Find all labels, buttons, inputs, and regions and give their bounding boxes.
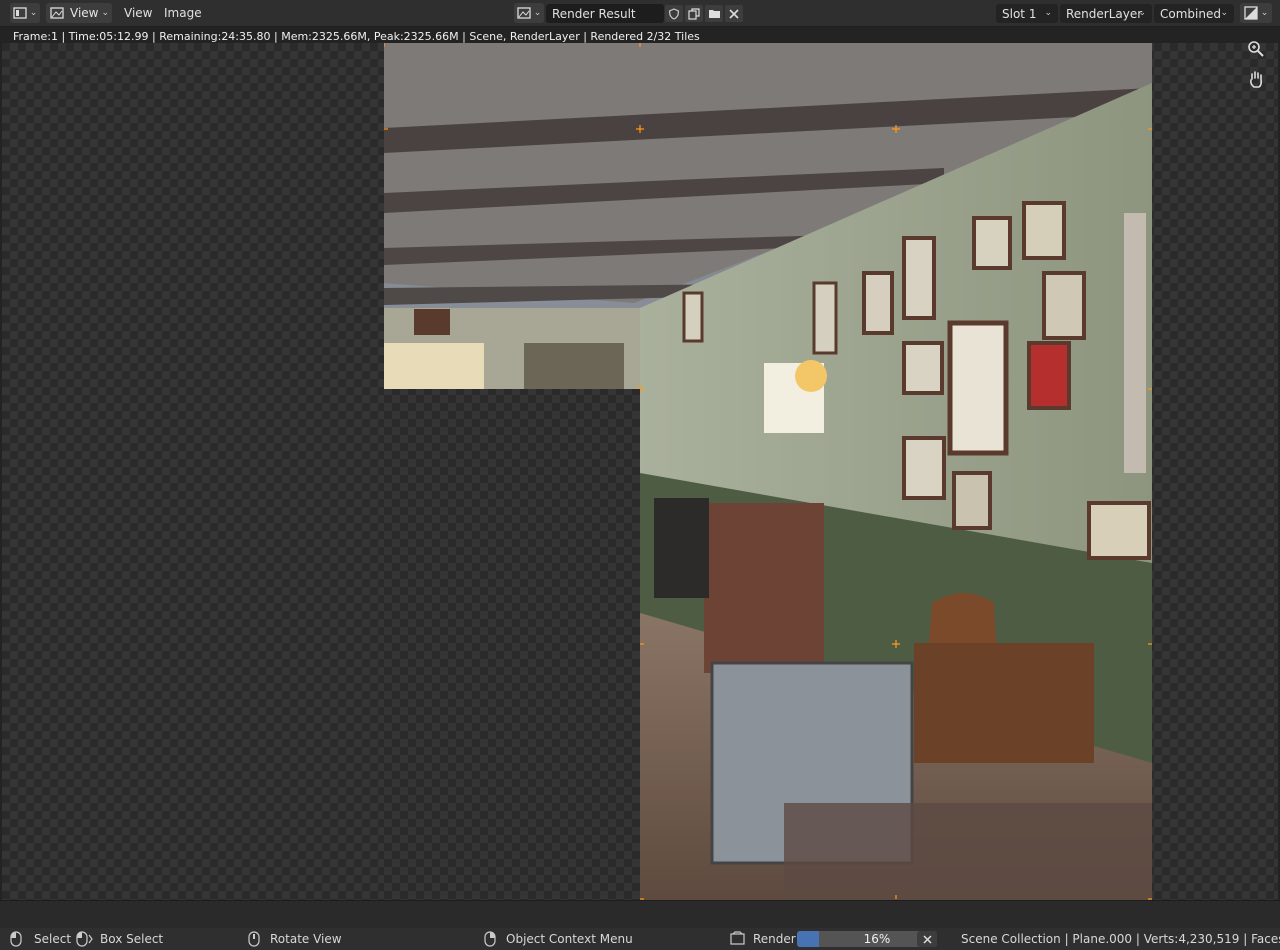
cancel-render-button[interactable] [917,931,937,947]
pan-button[interactable] [1244,67,1268,91]
image-viewport[interactable] [2,41,1278,900]
image-browse-button[interactable]: ⌄ [514,3,544,23]
chevron-down-icon: ⌄ [29,8,38,18]
image-name-field[interactable]: Render Result [546,4,664,23]
mouse-right-icon [484,931,496,947]
chevron-down-icon: ⌄ [101,8,110,18]
scene-statistics: Scene Collection | Plane.000 | Verts:4,2… [961,932,1280,946]
zoom-button[interactable] [1244,37,1268,61]
display-channels-button[interactable]: ⌄ [1240,3,1272,23]
render-progress-text: 16% [863,932,891,946]
hand-icon [1250,71,1263,88]
render-layer-label: RenderLayer [1066,6,1143,21]
zoom-icon [1248,41,1264,57]
image-editor-header: ⌄ View ⌄ View Image ⌄ Render Result Slot… [0,0,1280,27]
mouse-middle-icon [248,931,260,947]
horizontal-scroll-region[interactable] [0,900,1280,928]
menu-view[interactable]: View [124,6,152,20]
folder-icon [708,10,720,18]
status-rotate-view: Rotate View [270,932,342,946]
close-icon [729,8,739,19]
chevron-down-icon: ⌄ [1138,8,1146,18]
image-browse-icon [517,7,531,19]
image-editor-icon [13,7,27,19]
status-bar: Select Box Select Rotate View Object Con… [0,928,1280,950]
render-icon [730,931,745,945]
chevron-down-icon: ⌄ [1044,8,1052,18]
render-stats-text: Frame:1 | Time:05:12.99 | Remaining:24:3… [13,30,700,43]
status-select: Select [34,932,72,946]
view-mode-label: View [70,6,99,20]
slot-dropdown[interactable]: Slot 1 ⌄ [996,4,1058,23]
view-mode-dropdown[interactable]: View ⌄ [46,3,112,23]
mouse-drag-icon [76,931,93,947]
pass-label: Combined [1160,6,1221,21]
view-mode-icon [50,7,64,19]
pass-dropdown[interactable]: Combined ⌄ [1154,4,1234,23]
mouse-left-icon [10,931,22,947]
editor-type-button[interactable]: ⌄ [10,3,40,23]
chevron-down-icon: ⌄ [1260,8,1269,18]
unrendered-tiles [384,389,640,900]
fake-user-button[interactable] [665,5,683,22]
new-image-button[interactable] [685,5,703,22]
open-image-button[interactable] [705,5,723,22]
unlink-image-button[interactable] [725,5,743,22]
chevron-down-icon: ⌄ [1220,8,1228,18]
status-box-select: Box Select [100,932,164,946]
menu-image[interactable]: Image [164,6,202,20]
render-layer-dropdown[interactable]: RenderLayer ⌄ [1060,4,1152,23]
render-job-label: Render [753,932,796,946]
duplicate-icon [688,7,700,20]
render-progress-bar: 16% [797,931,937,947]
shield-icon [668,7,680,20]
chevron-down-icon: ⌄ [533,8,542,18]
close-icon [922,934,932,944]
status-object-context-menu: Object Context Menu [506,932,633,946]
slot-label: Slot 1 [1002,6,1037,21]
display-channels-icon [1244,6,1258,20]
